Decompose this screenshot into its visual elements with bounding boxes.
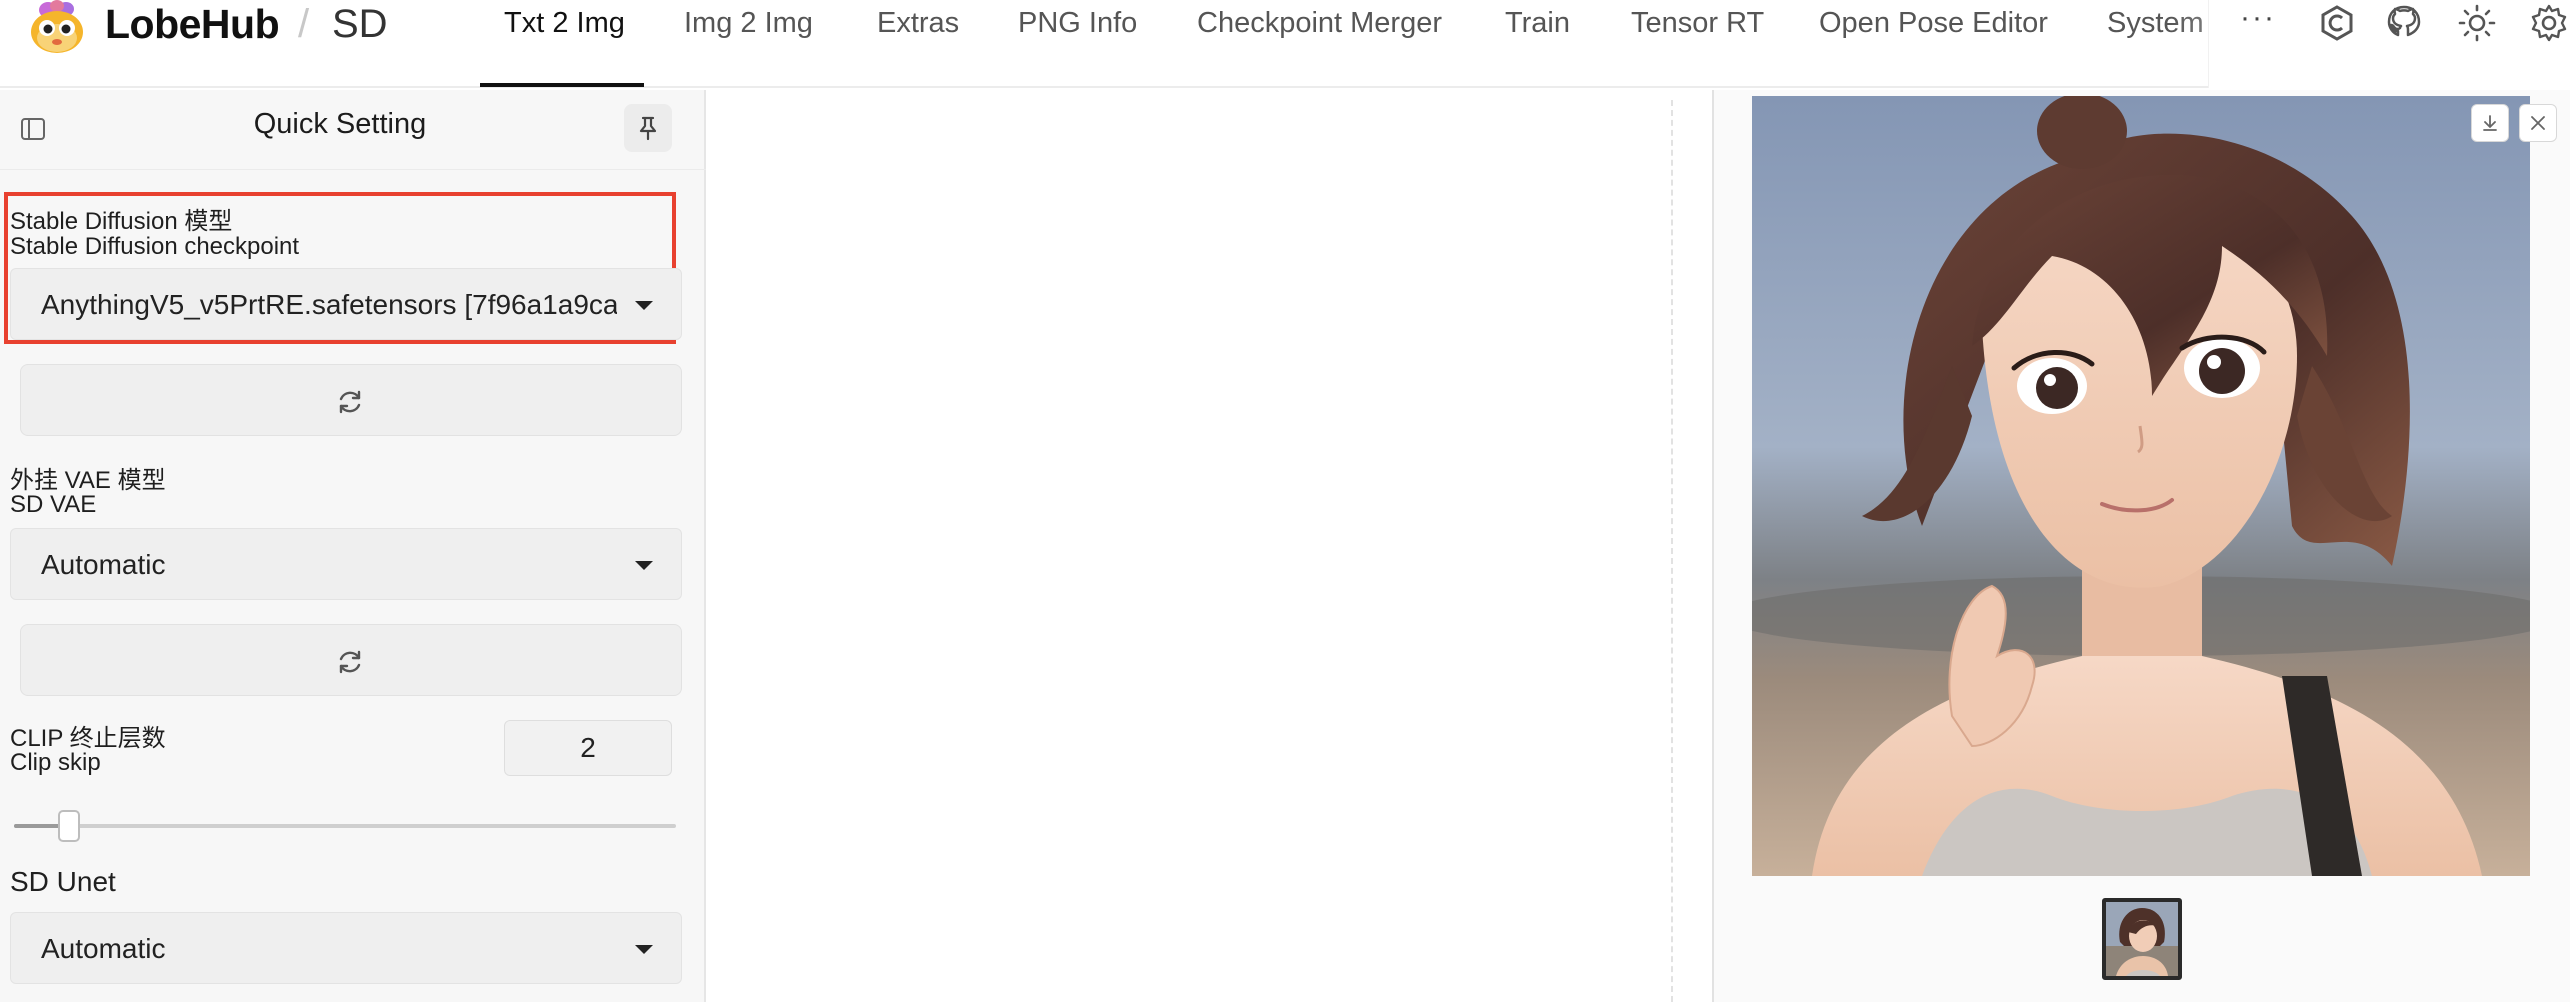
vae-label-zh: 外挂 VAE 模型 [10,467,166,494]
clip-skip-slider-thumb[interactable] [57,810,80,842]
pin-button[interactable] [624,104,672,152]
tab-checkpoint-merger[interactable]: Checkpoint Merger [1197,0,1442,46]
tab-png-info[interactable]: PNG Info [1018,0,1137,46]
tab-tensor-rt[interactable]: Tensor RT [1631,0,1764,46]
refresh-icon [339,390,361,414]
quick-setting-header: Quick Setting [0,90,706,170]
vae-select[interactable]: Automatic [10,528,682,600]
vae-label-en: SD VAE [10,491,97,518]
tab-txt2img[interactable]: Txt 2 Img [504,0,625,46]
chevron-down-icon [635,561,653,570]
clip-skip-number-input[interactable]: 2 [504,720,672,776]
prompt-area [736,90,1672,1002]
sd-unet-value: Automatic [41,933,166,964]
download-image-button[interactable] [2471,104,2509,142]
chevron-down-icon [635,301,653,310]
clip-skip-label-zh: CLIP 终止层数 [10,725,166,752]
panel-title: Quick Setting [253,108,427,140]
refresh-icon [339,650,361,674]
checkpoint-label-en: Stable Diffusion checkpoint [10,233,300,260]
brand-name[interactable]: LobeHub [105,0,280,48]
refresh-vae-button[interactable] [20,624,682,696]
gear-icon[interactable] [2528,2,2570,44]
brand-separator: / [298,2,310,46]
sd-unet-select[interactable]: Automatic [10,912,682,984]
gallery-thumbnail[interactable] [2102,898,2182,980]
tab-extras[interactable]: Extras [877,0,959,46]
thumbnail-image [2106,902,2178,976]
top-navbar: LobeHub / SD Txt 2 Img Img 2 Img Extras … [0,0,2570,88]
tab-train[interactable]: Train [1505,0,1570,46]
refresh-checkpoint-button[interactable] [20,364,682,436]
generated-image[interactable] [1752,96,2530,876]
anime-girl-portrait [1752,96,2530,876]
tab-open-pose-editor[interactable]: Open Pose Editor [1819,0,2048,46]
checkpoint-select[interactable]: AnythingV5_v5PrtRE.safetensors [7f96a1a9… [10,268,682,340]
lobehub-logo-icon[interactable] [28,0,86,54]
sun-icon[interactable] [2456,2,2498,44]
download-icon [2483,115,2497,131]
active-tab-indicator [480,83,644,87]
quick-setting-panel: Quick Setting Stable Diffusion 模型 Stable… [0,90,706,1002]
clip-skip-slider[interactable] [14,810,676,842]
clip-skip-label-en: Clip skip [10,749,101,776]
chevron-down-icon [635,945,653,954]
hexagon-icon[interactable] [2316,2,2358,44]
pin-icon [639,116,657,141]
brand-suffix: SD [332,2,388,46]
more-tabs-button[interactable]: ··· [2240,0,2276,40]
github-icon[interactable] [2383,2,2425,44]
checkpoint-value: AnythingV5_v5PrtRE.safetensors [7f96a1a9… [41,289,617,320]
close-image-button[interactable] [2519,104,2557,142]
checkpoint-label-zh: Stable Diffusion 模型 [10,208,233,235]
sd-unet-label: SD Unet [10,866,116,897]
tab-img2img[interactable]: Img 2 Img [684,0,813,46]
panel-divider [1671,100,1673,1002]
vae-value: Automatic [41,549,166,580]
close-icon [2531,116,2545,130]
